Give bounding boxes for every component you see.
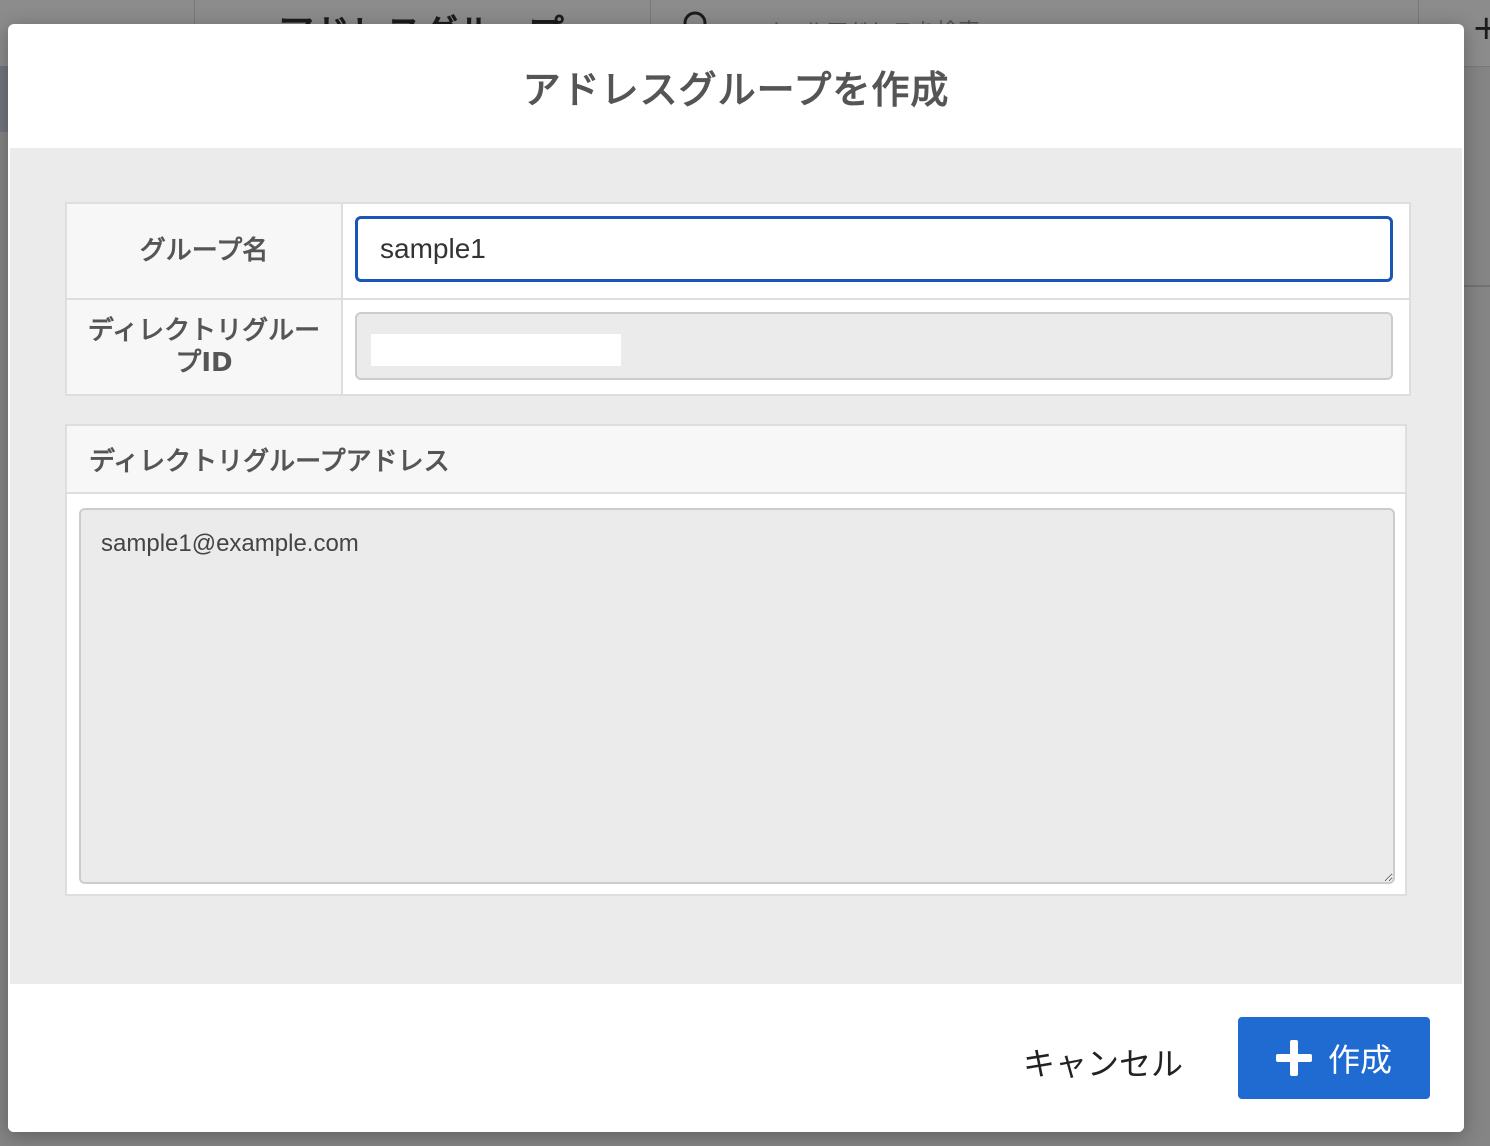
plus-icon [1275, 1040, 1312, 1076]
directory-group-id-field [355, 312, 1393, 380]
group-name-input[interactable] [355, 216, 1393, 282]
directory-group-address-section: ディレクトリグループアドレス sample1@example.com [65, 424, 1407, 896]
form-table: グループ名 ディレクトリグループID [65, 202, 1411, 396]
dialog-title: アドレスグループを作成 [522, 67, 950, 112]
directory-group-id-label: ディレクトリグループID [67, 300, 343, 394]
group-name-label: グループ名 [67, 204, 343, 298]
create-button[interactable]: 作成 [1238, 1017, 1430, 1099]
directory-group-address-textarea[interactable]: sample1@example.com [79, 508, 1395, 884]
directory-group-id-value [371, 334, 621, 366]
group-name-cell [343, 204, 1409, 298]
directory-group-id-cell [343, 300, 1409, 394]
group-name-row: グループ名 [67, 204, 1409, 300]
cancel-button[interactable]: キャンセル [1008, 1032, 1198, 1092]
dialog-body: グループ名 ディレクトリグループID ディレクトリグループアドレス sample… [10, 148, 1462, 984]
directory-group-address-body: sample1@example.com [67, 494, 1405, 902]
create-button-label: 作成 [1327, 1041, 1392, 1079]
directory-group-address-label: ディレクトリグループアドレス [67, 426, 1405, 494]
directory-group-id-row: ディレクトリグループID [67, 300, 1409, 394]
dialog-footer: キャンセル 作成 [8, 984, 1464, 1132]
dialog-header: アドレスグループを作成 [8, 24, 1464, 148]
create-address-group-dialog: アドレスグループを作成 グループ名 ディレクトリグループID ディレクトリグルー… [8, 24, 1464, 1132]
